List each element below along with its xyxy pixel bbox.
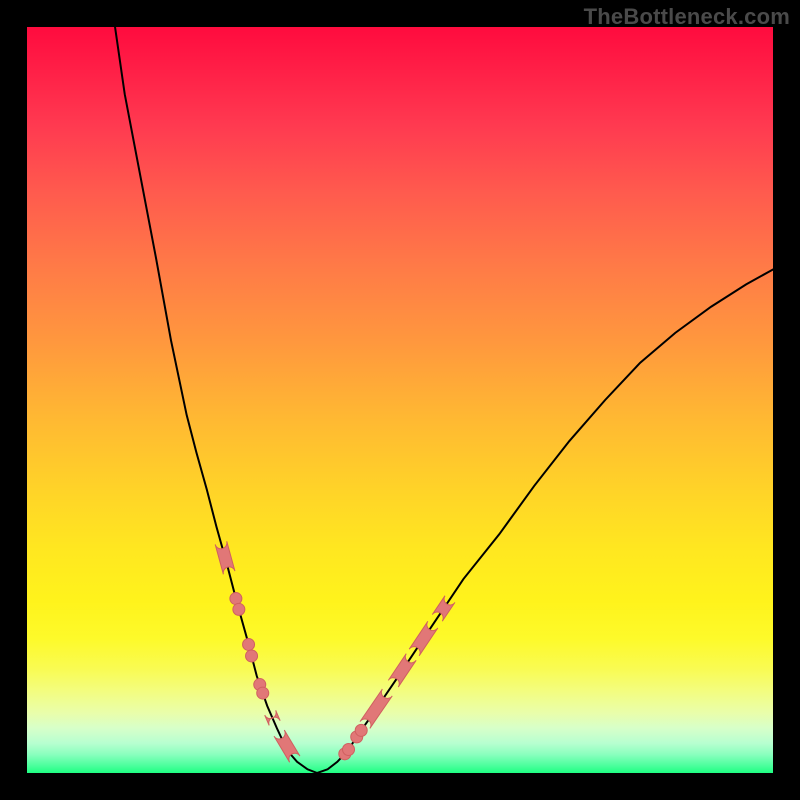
segment-dot [246, 650, 258, 662]
highlight-segments [215, 541, 455, 762]
plot-area [27, 27, 773, 773]
segment-capsule [409, 621, 438, 656]
curve-right [317, 269, 773, 773]
chart-stage: TheBottleneck.com [0, 0, 800, 800]
segment-capsule [274, 730, 300, 762]
segment-dot [243, 638, 255, 650]
segment-capsule [265, 710, 280, 725]
segment-dot [233, 603, 245, 615]
segment-dot [343, 743, 355, 755]
curve-left [115, 27, 317, 773]
segment-dot [230, 593, 242, 605]
segment-capsule [215, 541, 235, 574]
segment-capsule [388, 654, 416, 687]
curve-layer [27, 27, 773, 773]
segment-dot [355, 724, 367, 736]
segment-capsule [360, 689, 392, 728]
segment-capsule [432, 596, 455, 622]
watermark-text: TheBottleneck.com [584, 4, 790, 30]
segment-dot [257, 687, 269, 699]
